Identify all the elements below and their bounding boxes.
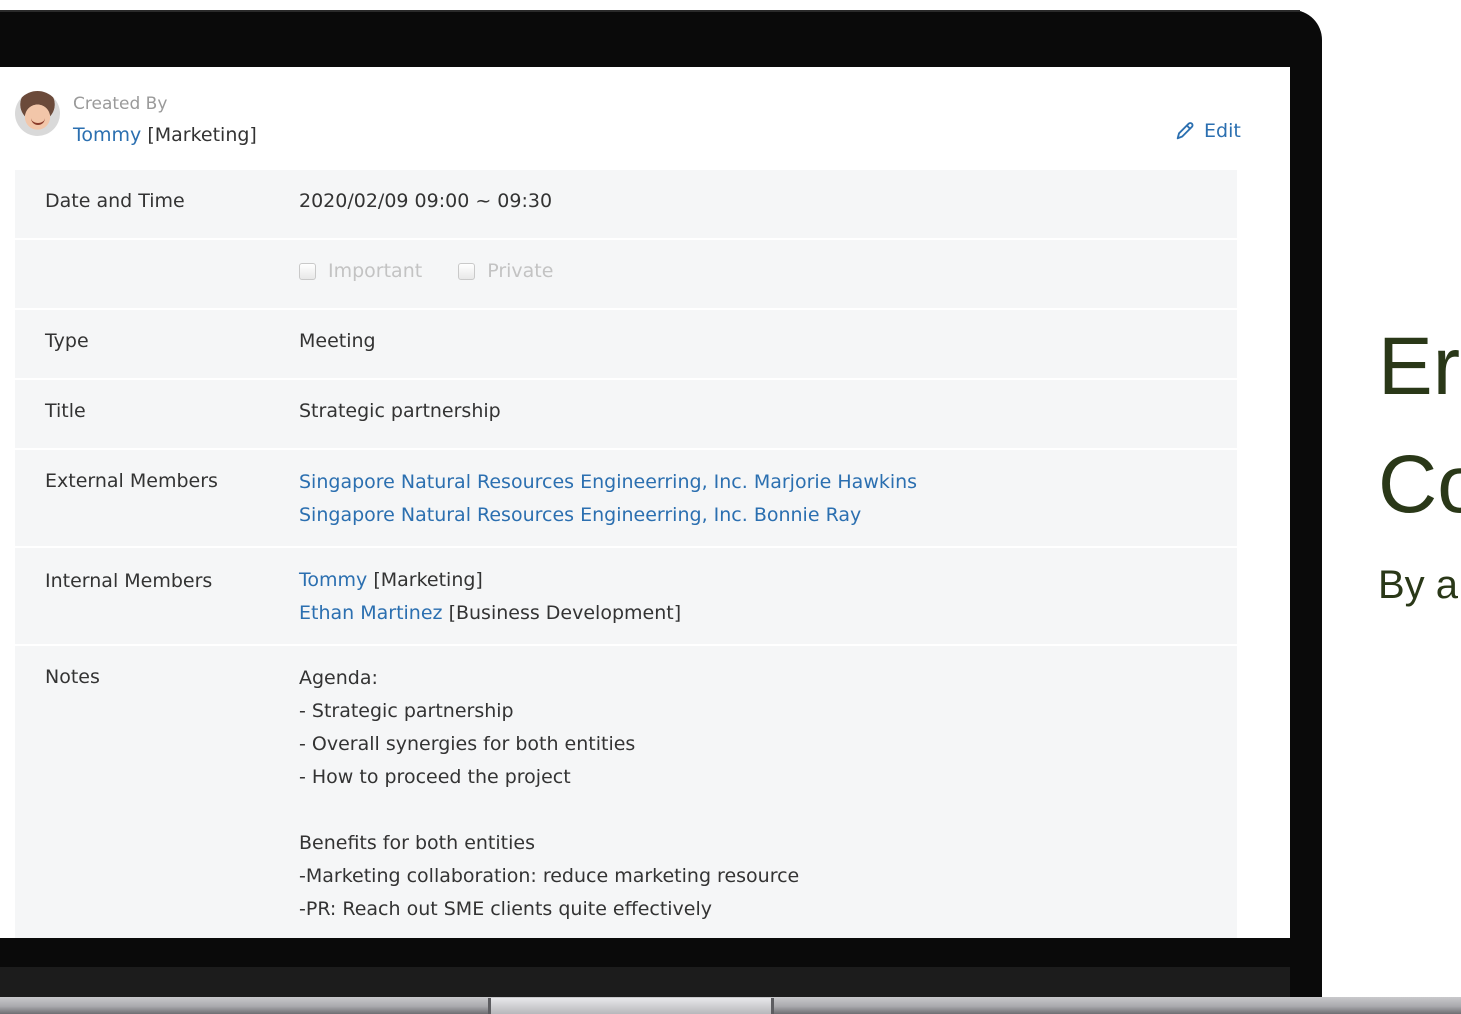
internal-members-list: Tommy [Marketing] Ethan Martinez [Busine…	[299, 564, 681, 630]
important-label: Important	[328, 260, 423, 282]
row-date-time: Date and Time 2020/02/09 09:00 ~ 09:30	[15, 170, 1237, 240]
notes-line: - Overall synergies for both entities	[299, 733, 636, 755]
row-internal-members: Internal Members Tommy [Marketing] Ethan…	[15, 548, 1237, 646]
title-value: Strategic partnership	[299, 400, 501, 422]
notes-text: Agenda: - Strategic partnership - Overal…	[299, 662, 799, 926]
bezel-edge	[0, 10, 1300, 12]
pencil-icon	[1176, 122, 1194, 140]
laptop-hinge-notch	[488, 998, 774, 1014]
external-member-link[interactable]: Singapore Natural Resources Engineerring…	[299, 499, 917, 532]
notes-line: -PR: Reach out SME clients quite effecti…	[299, 898, 713, 920]
row-flags: Important Private	[15, 240, 1237, 310]
internal-member: Ethan Martinez [Business Development]	[299, 597, 681, 630]
row-type: Type Meeting	[15, 310, 1237, 380]
notes-line: - Strategic partnership	[299, 700, 514, 722]
private-checkbox-box[interactable]	[458, 262, 476, 280]
internal-member-link[interactable]: Ethan Martinez	[299, 602, 443, 624]
external-members-list: Singapore Natural Resources Engineerring…	[299, 466, 917, 532]
notes-label: Notes	[45, 666, 100, 688]
avatar-smile	[31, 117, 45, 125]
notes-line: Benefits for both entities	[299, 832, 535, 854]
type-label: Type	[45, 330, 89, 352]
external-member-link[interactable]: Singapore Natural Resources Engineerring…	[299, 466, 917, 499]
title-label: Title	[45, 400, 86, 422]
internal-member: Tommy [Marketing]	[299, 564, 681, 597]
external-members-label: External Members	[45, 470, 218, 492]
date-time-value: 2020/02/09 09:00 ~ 09:30	[299, 190, 553, 212]
creator-dept: [Marketing]	[147, 124, 257, 146]
app-screen: Created By Tommy [Marketing] Edit Date a…	[0, 67, 1290, 938]
internal-member-link[interactable]: Tommy	[299, 569, 367, 591]
row-title: Title Strategic partnership	[15, 380, 1237, 450]
creator-name-link[interactable]: Tommy	[73, 124, 141, 146]
row-external-members: External Members Singapore Natural Resou…	[15, 450, 1237, 548]
promo-subtitle: By a	[1378, 563, 1459, 607]
bezel-bottom	[0, 967, 1290, 997]
important-checkbox-box[interactable]	[299, 262, 316, 280]
important-checkbox[interactable]: Important	[299, 260, 422, 282]
flags-group: Important Private	[299, 260, 553, 282]
notes-line: -Marketing collaboration: reduce marketi…	[299, 865, 800, 887]
schedule-details-table: Date and Time 2020/02/09 09:00 ~ 09:30 I…	[15, 170, 1237, 938]
notes-line: - How to proceed the project	[299, 766, 571, 788]
creator: Tommy [Marketing]	[73, 124, 257, 146]
notes-line: Agenda:	[299, 667, 378, 689]
internal-member-dept: [Business Development]	[448, 602, 682, 624]
private-checkbox[interactable]: Private	[458, 260, 553, 282]
created-by-label: Created By	[73, 94, 168, 114]
creator-avatar[interactable]	[15, 91, 60, 136]
type-value: Meeting	[299, 330, 376, 352]
edit-button[interactable]: Edit	[1174, 120, 1241, 142]
promo-heading-line-2: Co	[1378, 439, 1461, 530]
edit-label: Edit	[1204, 120, 1241, 142]
promo-heading-line-1: Er	[1378, 321, 1460, 412]
private-label: Private	[487, 260, 554, 282]
row-notes: Notes Agenda: - Strategic partnership - …	[15, 646, 1237, 938]
notes-line	[299, 794, 799, 827]
internal-members-label: Internal Members	[45, 570, 213, 592]
date-time-label: Date and Time	[45, 190, 185, 212]
internal-member-dept: [Marketing]	[373, 569, 483, 591]
